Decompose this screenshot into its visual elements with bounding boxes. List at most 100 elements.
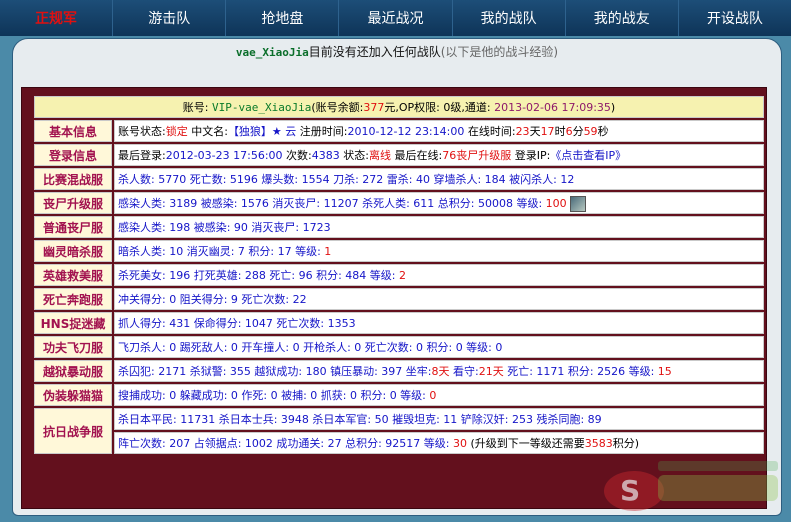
reg-value: 2010-12-12 23:14:00 xyxy=(347,125,465,138)
zombie-upgrade-row: 丧尸升级服 感染人类: 3189 被感染: 1576 消灭丧尸: 11207 杀… xyxy=(34,192,764,214)
row-label: 基本信息 xyxy=(34,120,112,142)
online-label: 在线时间: xyxy=(467,125,516,138)
jailbreak-cell: 杀囚犯: 2171 杀狱警: 355 越狱成功: 180 镇压暴动: 397 坐… xyxy=(114,360,764,382)
row-label: 英雄救美服 xyxy=(34,264,112,286)
cname-label: 中文名: xyxy=(191,125,228,138)
war-row: 抗日战争服 杀日本平民: 11731 杀日本士兵: 3948 杀日本军官: 50… xyxy=(34,408,764,454)
hero-level: 2 xyxy=(399,269,406,282)
account-vip: VIP-vae_XiaoJia xyxy=(212,101,312,114)
zombie-upgrade-stats: 感染人类: 3189 被感染: 1576 消灭丧尸: 11207 杀死人类: 6… xyxy=(118,196,543,210)
upgrade-suffix: 积分) xyxy=(612,437,640,450)
zombie-upgrade-level: 100 xyxy=(545,196,567,210)
reg-label: 注册时间: xyxy=(299,125,348,138)
last-login-value: 2012-03-23 17:56:00 xyxy=(165,149,283,162)
account-cell: 账号: VIP-vae_XiaoJia(账号余额:377元,OP权限: 0级,通… xyxy=(34,96,764,118)
balance-value: 377 xyxy=(363,101,385,114)
nav-grab-territory[interactable]: 抢地盘 xyxy=(226,0,340,36)
upgrade-need: 3583 xyxy=(584,437,613,450)
war-stats-line1: 杀日本平民: 11731 杀日本士兵: 3948 杀日本军官: 50 摧毁坦克:… xyxy=(114,408,764,430)
site-logo-watermark: S xyxy=(604,461,778,511)
row-label: 伪装躲猫猫 xyxy=(34,384,112,406)
view-ip-link[interactable]: 《点击查看IP》 xyxy=(550,149,626,162)
war-stats-line2-cell: 阵亡次数: 207 占领据点: 1002 成功通关: 27 总积分: 92517… xyxy=(114,432,764,454)
kungfu-stats: 飞刀杀人: 0 踢死敌人: 0 开车撞人: 0 开枪杀人: 0 死亡次数: 0 … xyxy=(114,336,764,358)
row-label: 丧尸升级服 xyxy=(34,192,112,214)
row-label: 登录信息 xyxy=(34,144,112,166)
nav-recent-battles[interactable]: 最近战况 xyxy=(339,0,453,36)
cname-value: 【独狼】★ 云 xyxy=(227,125,297,138)
hero-stats: 杀死美女: 196 打死英雄: 288 死亡: 96 积分: 484 等级: xyxy=(118,269,396,282)
nav-guerrilla[interactable]: 游击队 xyxy=(113,0,227,36)
row-label: 幽灵暗杀服 xyxy=(34,240,112,262)
hide-seek-row: 伪装躲猫猫 搜捕成功: 0 躲藏成功: 0 作死: 0 被捕: 0 抓获: 0 … xyxy=(34,384,764,406)
row-label: 比赛混战服 xyxy=(34,168,112,190)
mix-server-stats: 杀人数: 5770 死亡数: 5196 爆头数: 1554 刀杀: 272 雷杀… xyxy=(114,168,764,190)
team-status: 目前没有还加入任何战队 xyxy=(308,45,441,59)
account-row: 账号: VIP-vae_XiaoJia(账号余额:377元,OP权限: 0级,通… xyxy=(34,96,764,118)
last-login-label: 最后登录: xyxy=(118,149,166,162)
last-online-value: 76丧尸升级服 xyxy=(442,149,512,162)
death-run-stats: 冲关得分: 0 阻关得分: 9 死亡次数: 22 xyxy=(114,288,764,310)
hide-seek-stats: 搜捕成功: 0 躲藏成功: 0 作死: 0 被捕: 0 抓获: 0 积分: 0 … xyxy=(118,389,426,402)
ghost-row: 幽灵暗杀服 暗杀人类: 10 消灭幽灵: 7 积分: 17 等级: 1 xyxy=(34,240,764,262)
top-navigation: 正规军 游击队 抢地盘 最近战况 我的战队 我的战友 开设战队 xyxy=(0,0,791,36)
zombie-row: 普通丧尸服 感染人类: 198 被感染: 90 消灭丧尸: 1723 xyxy=(34,216,764,238)
war-row-2: 阵亡次数: 207 占领据点: 1002 成功通关: 27 总积分: 92517… xyxy=(34,432,764,454)
row-label: 死亡奔跑服 xyxy=(34,288,112,310)
team-status-line: vae_XiaoJia目前没有还加入任何战队(以下是他的战斗经验) xyxy=(13,43,781,60)
last-online-label: 最后在线: xyxy=(394,149,443,162)
row-label: 普通丧尸服 xyxy=(34,216,112,238)
row-label: 功夫飞刀服 xyxy=(34,336,112,358)
online-days-unit: 天 xyxy=(529,125,541,138)
online-hours: 17 xyxy=(540,125,555,138)
nav-my-team[interactable]: 我的战队 xyxy=(453,0,566,36)
jail-rest: 死亡: 1171 积分: 2526 等级: xyxy=(507,365,655,378)
ghost-level: 1 xyxy=(324,245,332,258)
header-note: (以下是他的战斗经验) xyxy=(440,45,559,59)
basic-info-row: 基本信息 账号状态:锁定 中文名:【独狼】★ 云 注册时间:2010-12-12… xyxy=(34,120,764,142)
jailbreak-stats: 杀囚犯: 2171 杀狱警: 355 越狱成功: 180 镇压暴动: 397 坐… xyxy=(118,365,432,378)
ip-label: 登录IP: xyxy=(514,149,551,162)
header-username: vae_XiaoJia xyxy=(235,46,309,59)
login-count-label: 次数: xyxy=(286,149,312,162)
war-level: 30 xyxy=(452,437,467,450)
upgrade-note: (升级到下一等级还需要 xyxy=(470,437,585,450)
hide-seek-level: 0 xyxy=(429,389,437,402)
status-value: 锁定 xyxy=(165,125,188,138)
hide-seek-cell: 搜捕成功: 0 躲藏成功: 0 作死: 0 被捕: 0 抓获: 0 积分: 0 … xyxy=(114,384,764,406)
channel-label: 通道: xyxy=(464,101,491,114)
jail-look: 21天 xyxy=(478,365,504,378)
state-value: 离线 xyxy=(368,149,391,162)
basic-info-cell: 账号状态:锁定 中文名:【独狼】★ 云 注册时间:2010-12-12 23:1… xyxy=(114,120,764,142)
online-hours-unit: 时 xyxy=(554,125,566,138)
hero-row: 英雄救美服 杀死美女: 196 打死英雄: 288 死亡: 96 积分: 484… xyxy=(34,264,764,286)
mix-server-row: 比赛混战服 杀人数: 5770 死亡数: 5196 爆头数: 1554 刀杀: … xyxy=(34,168,764,190)
row-label: 越狱暴动服 xyxy=(34,360,112,382)
status-label: 账号状态: xyxy=(118,125,166,138)
zombie-upgrade-cell: 感染人类: 3189 被感染: 1576 消灭丧尸: 11207 杀死人类: 6… xyxy=(114,192,764,214)
ghost-stats: 暗杀人类: 10 消灭幽灵: 7 积分: 17 等级: xyxy=(118,245,321,258)
kungfu-row: 功夫飞刀服 飞刀杀人: 0 踢死敌人: 0 开车撞人: 0 开枪杀人: 0 死亡… xyxy=(34,336,764,358)
online-seconds-unit: 秒 xyxy=(597,125,609,138)
hero-cell: 杀死美女: 196 打死英雄: 288 死亡: 96 积分: 484 等级: 2 xyxy=(114,264,764,286)
row-label: HNS捉迷藏 xyxy=(34,312,112,334)
profile-panel: vae_XiaoJia目前没有还加入任何战队(以下是他的战斗经验) 账号: VI… xyxy=(12,38,782,516)
balance-label: (账号余额: xyxy=(311,101,364,114)
account-close: ) xyxy=(610,101,616,114)
jail-look-label: 看守: xyxy=(452,365,479,378)
ghost-cell: 暗杀人类: 10 消灭幽灵: 7 积分: 17 等级: 1 xyxy=(114,240,764,262)
war-stats-line2: 阵亡次数: 207 占领据点: 1002 成功通关: 27 总积分: 92517… xyxy=(118,437,450,450)
jailbreak-row: 越狱暴动服 杀囚犯: 2171 杀狱警: 355 越狱成功: 180 镇压暴动:… xyxy=(34,360,764,382)
account-date: 2013-02-06 17:09:35 xyxy=(494,101,611,114)
row-label: 抗日战争服 xyxy=(34,408,112,454)
online-days: 23 xyxy=(515,125,530,138)
hns-stats: 抓人得分: 431 保命得分: 1047 死亡次数: 1353 xyxy=(114,312,764,334)
svg-text:S: S xyxy=(620,474,640,507)
hns-row: HNS捉迷藏 抓人得分: 431 保命得分: 1047 死亡次数: 1353 xyxy=(34,312,764,334)
nav-regular-army[interactable]: 正规军 xyxy=(0,0,114,36)
jail-sit: 8天 xyxy=(431,365,450,378)
stats-board: 账号: VIP-vae_XiaoJia(账号余额:377元,OP权限: 0级,通… xyxy=(21,87,767,509)
nav-create-team[interactable]: 开设战队 xyxy=(679,0,791,36)
login-info-cell: 最后登录:2012-03-23 17:56:00 次数:4383 状态:离线 最… xyxy=(114,144,764,166)
nav-my-friends[interactable]: 我的战友 xyxy=(566,0,679,36)
